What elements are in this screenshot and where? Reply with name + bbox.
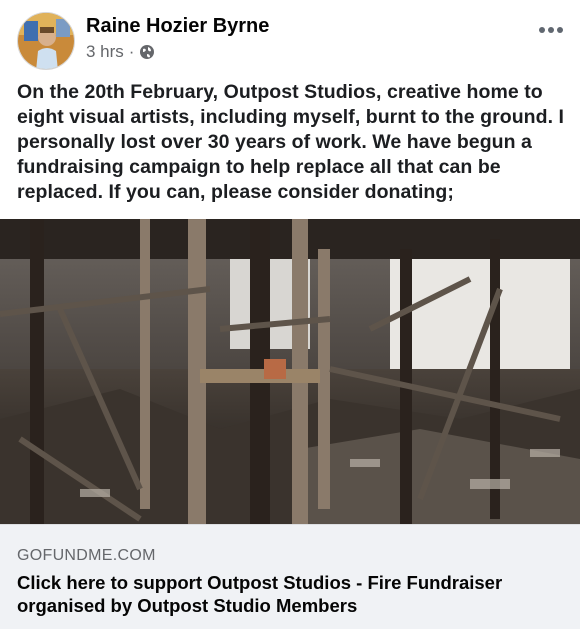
facebook-post: Raine Hozier Byrne 3 hrs · On the 20th F… — [0, 0, 580, 629]
author-name[interactable]: Raine Hozier Byrne — [86, 15, 269, 38]
post-meta: 3 hrs · — [86, 42, 155, 62]
more-options-icon[interactable] — [536, 20, 566, 40]
more-dot — [548, 27, 554, 33]
post-timestamp[interactable]: 3 hrs — [86, 42, 124, 62]
more-dot — [557, 27, 563, 33]
post-body-text: On the 20th February, Outpost Studios, c… — [17, 81, 564, 203]
globe-icon[interactable] — [139, 44, 155, 60]
link-title[interactable]: Click here to support Outpost Studios - … — [17, 571, 577, 617]
post-photo[interactable] — [0, 219, 580, 524]
burnt-studio-image — [0, 219, 580, 524]
link-preview-card[interactable]: GOFUNDME.COM Click here to support Outpo… — [0, 524, 580, 629]
post-header: Raine Hozier Byrne 3 hrs · — [0, 0, 580, 76]
meta-separator: · — [128, 42, 135, 61]
link-domain: GOFUNDME.COM — [17, 547, 156, 564]
avatar-image — [18, 13, 74, 69]
more-dot — [539, 27, 545, 33]
author-avatar[interactable] — [17, 12, 75, 70]
